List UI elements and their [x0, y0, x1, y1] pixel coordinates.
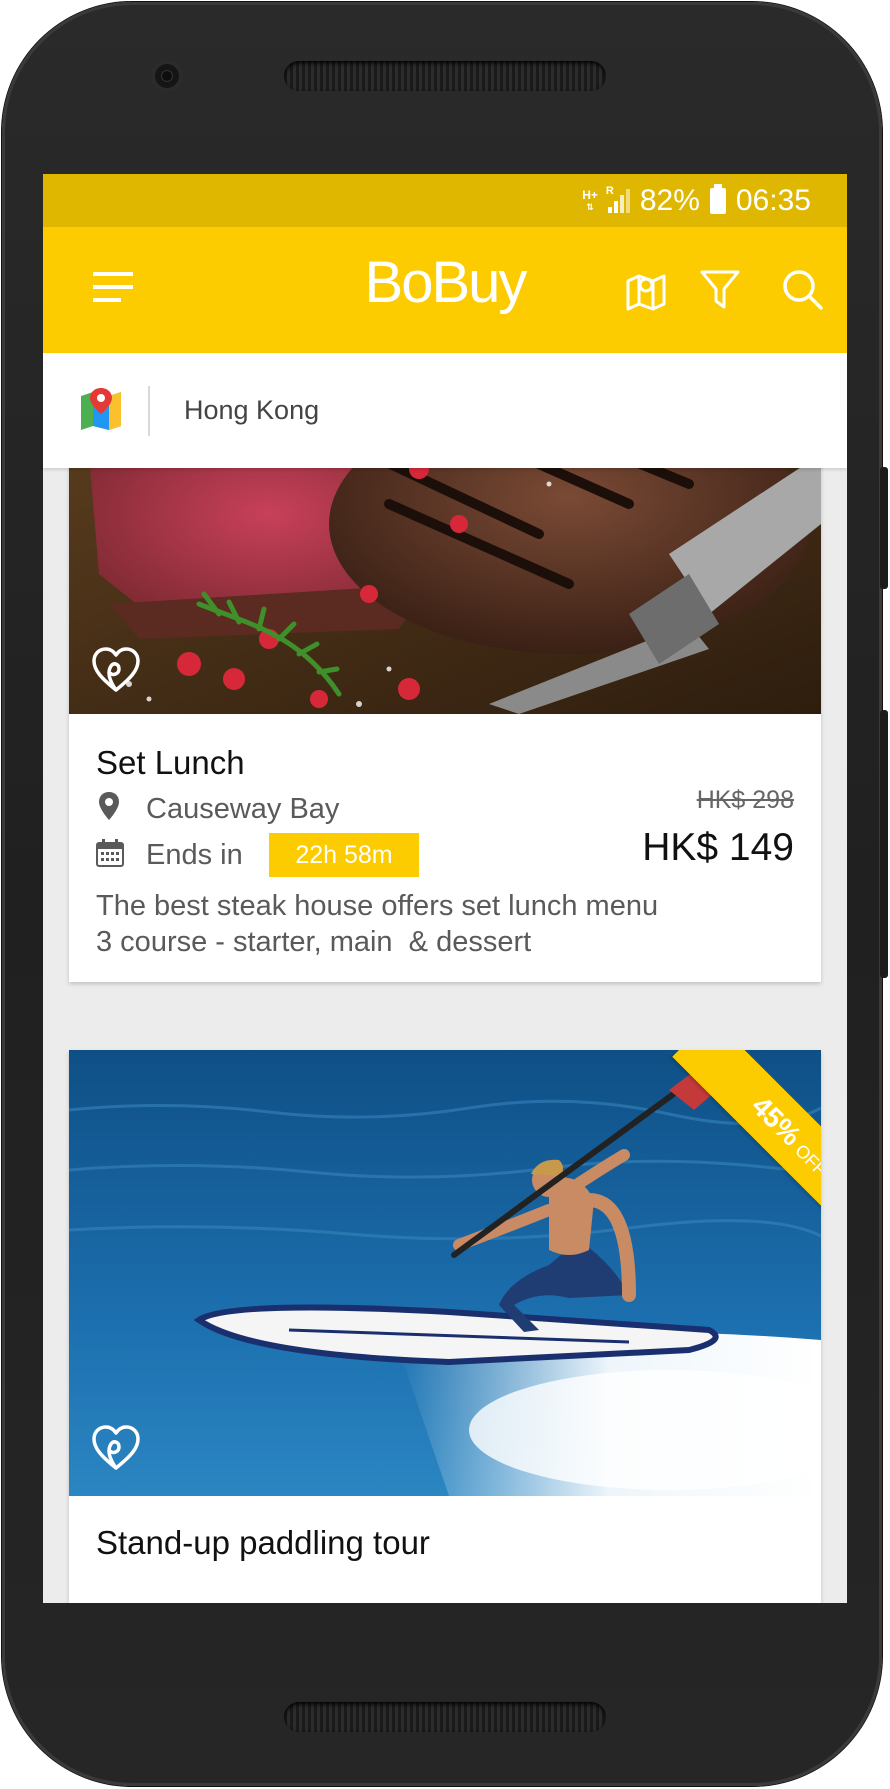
signal-icon: R: [606, 185, 630, 213]
app-bar: BoBuy: [43, 227, 847, 353]
deal-price: HK$ 149: [642, 826, 794, 869]
original-price: HK$ 298: [696, 786, 794, 814]
screen: H+ ⇅ R 82% 06:35 BoBuy Hong Kong Set Lun…: [43, 174, 847, 1603]
phone-frame: H+ ⇅ R 82% 06:35 BoBuy Hong Kong Set Lun…: [2, 2, 888, 1786]
network-type: H+ ⇅: [582, 188, 598, 212]
map-pin-icon: [79, 386, 123, 432]
front-camera: [150, 59, 184, 93]
battery-percent: 82%: [639, 184, 700, 217]
filter-icon[interactable]: [695, 265, 745, 315]
discount-ribbon-band: 45%OFF: [672, 1050, 821, 1250]
location-divider: [148, 386, 150, 436]
location-pin-icon: [99, 792, 119, 825]
favorite-heart-icon[interactable]: [91, 1424, 141, 1472]
ends-in-label: Ends in: [146, 839, 243, 871]
deal-description: The best steak house offers set lunch me…: [96, 888, 796, 960]
deal-location: Causeway Bay: [146, 793, 340, 825]
deal-card[interactable]: 45%OFF Stand-up paddling tour: [69, 1050, 821, 1603]
discount-percent: 45%: [745, 1090, 808, 1152]
deal-title: Stand-up paddling tour: [96, 1524, 430, 1561]
deal-description-line: The best steak house offers set lunch me…: [96, 890, 659, 922]
map-icon[interactable]: [621, 265, 671, 315]
roaming-indicator: R: [605, 185, 614, 197]
bottom-speaker: [284, 1702, 606, 1732]
favorite-heart-icon[interactable]: [91, 646, 141, 694]
location-bar[interactable]: Hong Kong: [43, 353, 847, 468]
volume-button: [880, 710, 888, 978]
countdown-badge: 22h 58m: [269, 833, 419, 877]
paddleboard-photo: 45%OFF: [69, 1050, 821, 1496]
discount-ribbon: 45%OFF: [621, 1050, 821, 1250]
clock: 06:35: [735, 184, 811, 217]
power-button: [880, 467, 888, 589]
deal-details: Causeway Bay HK$ 298 Ends in 22h 58m HK$…: [69, 714, 821, 982]
deal-description-line: 3 course - starter, main & dessert: [96, 926, 532, 958]
location-city: Hong Kong: [184, 395, 320, 425]
network-type-top: H+: [582, 188, 598, 202]
deal-card[interactable]: Set Lunch Causeway Bay HK$ 298 Ends in 2…: [69, 414, 821, 982]
calendar-icon: [96, 839, 124, 872]
top-speaker: [284, 61, 606, 91]
discount-suffix: OFF: [791, 1140, 821, 1180]
battery-icon: [709, 184, 726, 214]
status-bar: H+ ⇅ R 82% 06:35: [43, 174, 847, 227]
search-icon[interactable]: [778, 265, 828, 315]
